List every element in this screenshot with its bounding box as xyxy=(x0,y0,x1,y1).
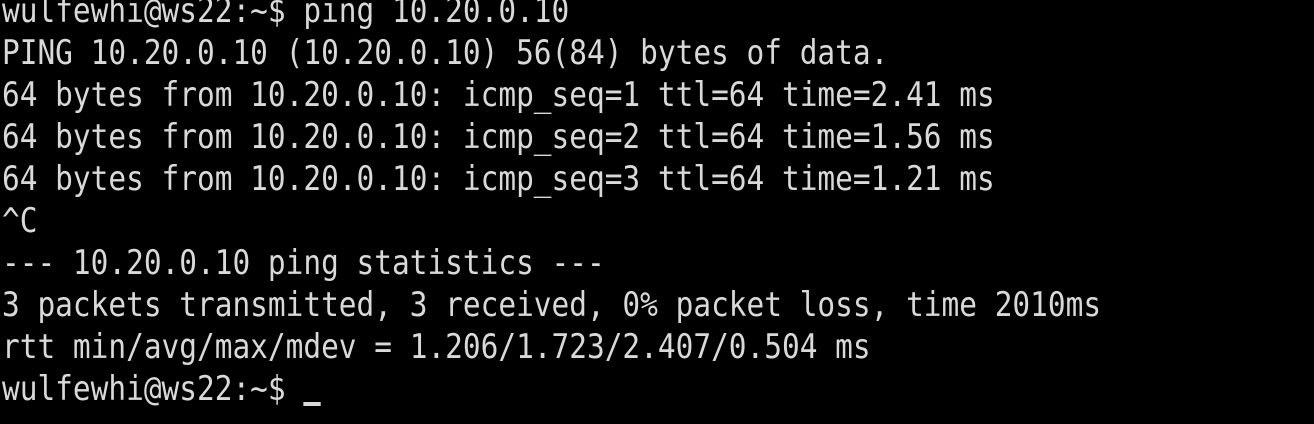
terminal-window[interactable]: wulfewhi@ws22:~$ ping 10.20.0.10 PING 10… xyxy=(0,0,1314,414)
terminal-line-rtt-summary: rtt min/avg/max/mdev = 1.206/1.723/2.407… xyxy=(2,327,871,367)
terminal-line-reply-2: 64 bytes from 10.20.0.10: icmp_seq=2 ttl… xyxy=(2,117,995,157)
terminal-line-ping-header: PING 10.20.0.10 (10.20.0.10) 56(84) byte… xyxy=(2,33,889,73)
terminal-line-command: wulfewhi@ws22:~$ ping 10.20.0.10 xyxy=(2,0,570,31)
terminal-line-interrupt: ^C xyxy=(2,201,38,241)
terminal-line-stats-header: --- 10.20.0.10 ping statistics --- xyxy=(2,243,605,283)
terminal-line-packet-summary: 3 packets transmitted, 3 received, 0% pa… xyxy=(2,285,1102,325)
text-cursor xyxy=(303,402,321,406)
terminal-prompt: wulfewhi@ws22:~$ xyxy=(2,369,304,409)
terminal-line-reply-3: 64 bytes from 10.20.0.10: icmp_seq=3 ttl… xyxy=(2,159,995,199)
terminal-prompt-line[interactable]: wulfewhi@ws22:~$ xyxy=(2,368,1314,410)
terminal-line-reply-1: 64 bytes from 10.20.0.10: icmp_seq=1 ttl… xyxy=(2,75,995,115)
